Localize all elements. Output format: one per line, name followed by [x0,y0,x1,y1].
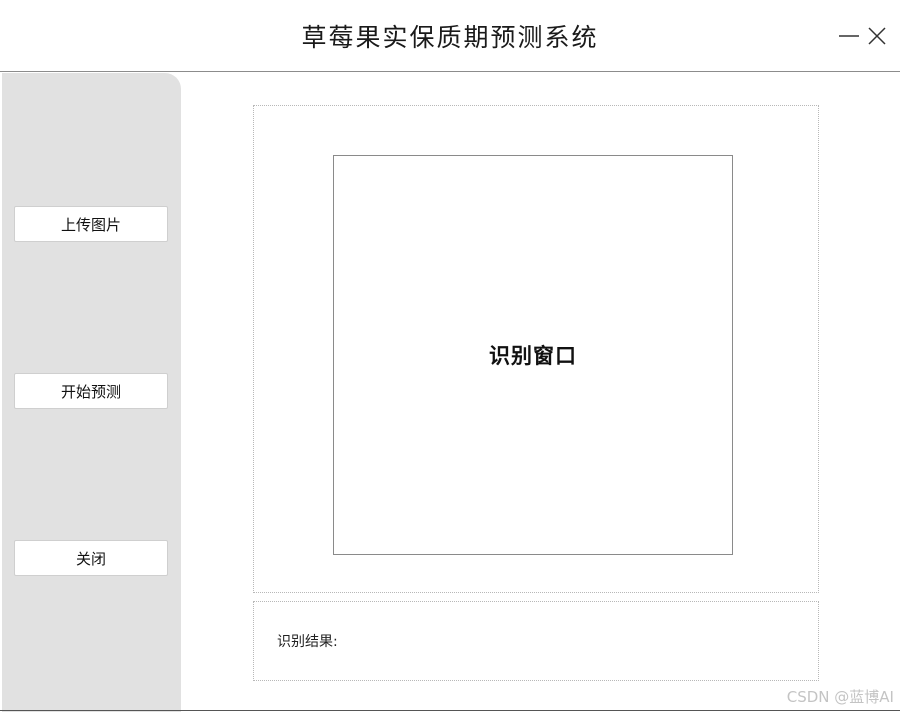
result-panel: 识别结果: [253,601,819,681]
start-prediction-button[interactable]: 开始预测 [14,373,168,409]
window-close-button[interactable] [865,24,889,48]
close-icon [868,27,886,45]
result-label: 识别结果: [277,634,338,650]
watermark: CSDN @蓝博AI [786,688,894,706]
close-button[interactable]: 关闭 [14,540,168,576]
minimize-icon [839,35,859,37]
upload-image-button[interactable]: 上传图片 [14,206,168,242]
recognition-window-label: 识别窗口 [489,344,577,368]
bottom-border [0,710,900,711]
minimize-button[interactable] [837,24,861,48]
sidebar: 上传图片 开始预测 关闭 [2,73,181,712]
recognition-window: 识别窗口 [333,155,733,555]
app-title: 草莓果实保质期预测系统 [301,23,599,52]
title-bar: 草莓果实保质期预测系统 [0,0,900,72]
app-window: 草莓果实保质期预测系统 上传图片 开始预测 关闭 识别窗口 识别结果: CSDN… [0,0,900,712]
